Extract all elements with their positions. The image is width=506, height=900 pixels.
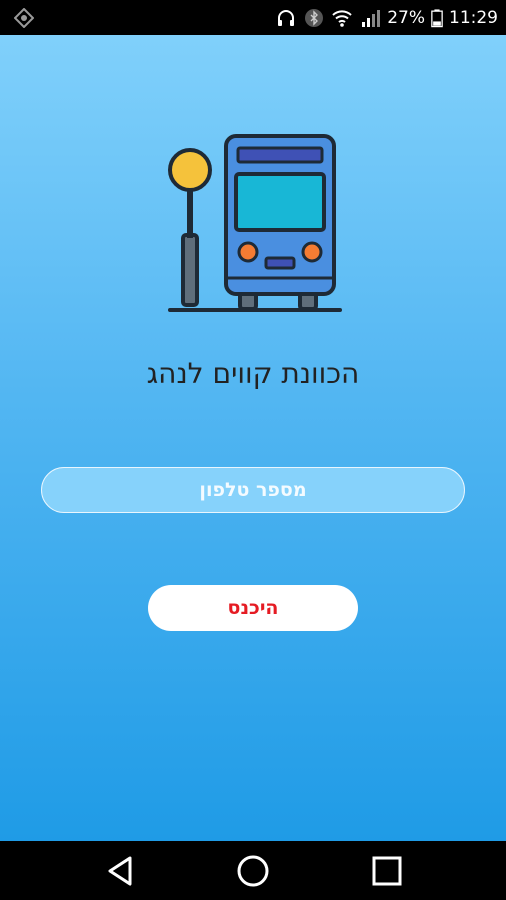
- phone-number-input[interactable]: [41, 467, 465, 513]
- battery-percent: 27%: [387, 7, 425, 28]
- back-icon[interactable]: [102, 853, 138, 889]
- battery-icon: [431, 8, 443, 27]
- navigation-bar: [0, 841, 506, 900]
- recents-icon[interactable]: [369, 853, 405, 889]
- wifi-icon: [332, 9, 352, 27]
- bus-stop-icon: [168, 134, 342, 312]
- clock: 11:29: [449, 7, 498, 28]
- login-button[interactable]: היכנס: [148, 585, 358, 631]
- login-screen: הכוונת קווים לנהג היכנס: [0, 35, 506, 841]
- home-icon[interactable]: [235, 853, 271, 889]
- status-bar: 27% 11:29: [0, 0, 506, 35]
- headphones-icon: [278, 9, 295, 26]
- page-title: הכוונת קווים לנהג: [146, 357, 360, 390]
- bluetooth-icon: [305, 8, 324, 27]
- location-icon: [14, 8, 34, 28]
- signal-icon: [362, 9, 381, 27]
